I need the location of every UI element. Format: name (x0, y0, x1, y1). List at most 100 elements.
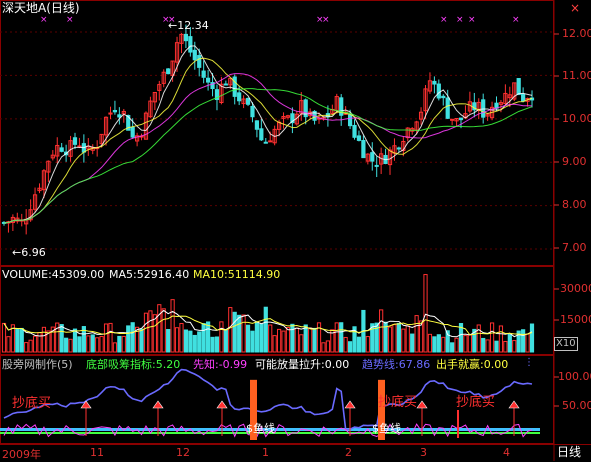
volume-bar (494, 340, 499, 353)
ma10-label: MA10:51114.90 (193, 268, 281, 281)
volume-bar (414, 315, 419, 353)
time-label-4: 4 (503, 446, 510, 459)
candle-body (445, 97, 450, 119)
volume-bar (214, 336, 220, 353)
marker-glyph: × (40, 15, 48, 25)
chart-frame: × × ×× ×× × × × × (0, 0, 591, 461)
volume-bar (1, 322, 7, 353)
volume-bar (28, 339, 33, 353)
buy-arrow-icon (152, 400, 164, 409)
scroll-icon[interactable]: ⋮ (524, 356, 534, 369)
volume-bar (228, 307, 233, 353)
volume-bar (157, 304, 162, 353)
candle-body (396, 147, 401, 150)
volume-bar (192, 334, 197, 353)
marker-glyph: × (66, 15, 74, 25)
candle-body (72, 137, 78, 145)
candle-body (347, 114, 353, 127)
volume-bar (143, 312, 149, 353)
candle-body (237, 92, 242, 102)
price-tick-9: 9.00 (562, 155, 587, 168)
candle-body (370, 152, 375, 162)
volume-bar (290, 323, 295, 353)
close-icon[interactable]: × (570, 2, 580, 15)
volume-bar (387, 326, 393, 353)
indicator-tick-50: 50.00 (562, 399, 591, 412)
candle-body (130, 126, 135, 138)
grid-lines (0, 0, 591, 461)
buy-arrow-icon (216, 400, 228, 409)
indicator-bottom-accumulation: 底部吸筹指标:5.20 (86, 358, 181, 371)
period-label: (日线) (46, 1, 80, 15)
candle-body (432, 80, 437, 85)
volume-unit-badge: X10 (554, 337, 578, 351)
volume-bar (41, 326, 47, 353)
volume-bar (489, 322, 495, 353)
indicator-trend: 趋势线:67.86 (362, 358, 431, 371)
price-tick-10: 10.00 (562, 112, 591, 125)
trend-line (3, 368, 533, 431)
volume-bar (254, 322, 260, 353)
candle-body (188, 36, 193, 53)
volume-bar (498, 325, 504, 353)
time-label-3: 3 (420, 446, 427, 459)
candle-body (436, 83, 441, 99)
volume-bar (19, 327, 24, 353)
volume-bar (237, 314, 242, 353)
volume-bar (436, 334, 441, 353)
volume-bar (427, 333, 433, 353)
volume-bar (130, 322, 135, 353)
buy-arrow-icon (416, 400, 428, 409)
ma-line (3, 45, 533, 224)
volume-bar (15, 328, 20, 353)
candle-body (516, 78, 521, 96)
volume-bar (103, 323, 109, 353)
low-value: 6.96 (21, 246, 46, 259)
marker-glyph: × (512, 15, 520, 25)
volume-bar (334, 322, 339, 353)
candle-body (450, 118, 455, 121)
volume-bar (410, 333, 415, 353)
volume-bar (126, 325, 131, 353)
candle-body (352, 124, 357, 138)
volume-bar (161, 308, 166, 353)
period-button[interactable]: 日线 (557, 446, 581, 459)
candle-body (197, 55, 202, 68)
volume-bar (294, 327, 299, 353)
volume-bar (481, 337, 486, 353)
volume-bar (268, 324, 273, 353)
candle-body (183, 33, 189, 42)
volume-bar (68, 338, 73, 353)
volume-bar (312, 327, 317, 353)
volume-bar (59, 324, 64, 353)
indicator-volume-rise: 可能放量拉升:0.00 (255, 358, 350, 371)
volume-bar (90, 334, 95, 353)
candle-body (166, 68, 171, 75)
volume-bar (405, 325, 410, 353)
ma-line (3, 88, 533, 224)
volume-bar (117, 335, 122, 353)
buy-signal-label: 抄底买 (456, 395, 496, 410)
volume-bar (121, 335, 126, 353)
time-label-2009: 2009年 (2, 448, 41, 461)
volume-bar (347, 341, 353, 353)
buy-signal-label: 抄底买 (12, 396, 52, 411)
volume-bar (525, 333, 530, 353)
volume-bar (379, 309, 384, 353)
candle-body (356, 135, 362, 141)
volume-bar (219, 321, 224, 353)
ma5-label: MA5:52916.40 (109, 268, 190, 281)
volume-tick-15000: 15000 (560, 313, 591, 326)
volume-bar (99, 336, 104, 353)
volume-bar (303, 324, 308, 353)
volume-bar (197, 331, 202, 353)
volume-bar (139, 328, 144, 353)
price-tick-12: 12.00 (562, 27, 591, 40)
volume-bar (503, 340, 508, 353)
volume-bar (454, 337, 459, 353)
volume-bar (210, 336, 215, 353)
volume-bar (232, 311, 237, 353)
candle-body (232, 76, 237, 97)
volume-bar (272, 335, 277, 353)
candle-body (192, 49, 197, 61)
